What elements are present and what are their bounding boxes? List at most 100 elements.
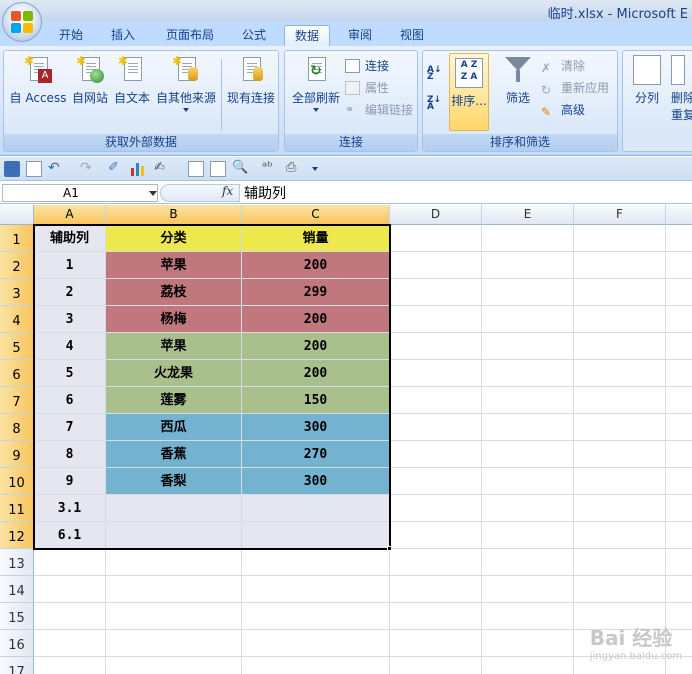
cell[interactable]: 香梨 <box>106 468 242 495</box>
cell[interactable]: 火龙果 <box>106 360 242 387</box>
cell[interactable] <box>574 468 666 495</box>
cell[interactable] <box>390 360 482 387</box>
reapply-button[interactable]: ↻ 重新应用 <box>541 79 609 97</box>
row-header[interactable]: 16 <box>0 630 34 657</box>
sort-ascending-button[interactable]: A↓ Z <box>427 65 445 83</box>
cell[interactable]: 300 <box>242 414 390 441</box>
from-text-button[interactable]: ✱ 自文本 <box>110 55 154 106</box>
customize-toolbar-icon[interactable] <box>312 167 318 171</box>
cell[interactable]: 9 <box>34 468 106 495</box>
sort-button[interactable]: A ZZ A 排序... <box>449 53 489 131</box>
cell[interactable] <box>574 522 666 549</box>
new-file-icon[interactable] <box>26 161 42 177</box>
cell[interactable]: 销量 <box>242 225 390 252</box>
cell[interactable] <box>390 495 482 522</box>
cell[interactable] <box>482 333 574 360</box>
cell[interactable] <box>574 414 666 441</box>
cell[interactable] <box>666 495 692 522</box>
cell[interactable] <box>242 630 390 657</box>
column-header-e[interactable]: E <box>482 205 574 225</box>
tab-review[interactable]: 审阅 <box>338 25 382 46</box>
existing-connections-button[interactable]: 现有连接 <box>224 55 278 106</box>
cell[interactable] <box>390 387 482 414</box>
cell[interactable] <box>34 630 106 657</box>
cell[interactable] <box>574 549 666 576</box>
tab-formulas[interactable]: 公式 <box>232 25 276 46</box>
cell[interactable] <box>482 522 574 549</box>
cell[interactable] <box>106 495 242 522</box>
cell[interactable]: 7 <box>34 414 106 441</box>
cell[interactable] <box>666 387 692 414</box>
cell[interactable]: 莲雾 <box>106 387 242 414</box>
cell[interactable] <box>574 306 666 333</box>
advanced-filter-button[interactable]: ✎ 高级 <box>541 101 585 119</box>
cell[interactable] <box>390 252 482 279</box>
cell[interactable] <box>666 306 692 333</box>
cell[interactable] <box>574 576 666 603</box>
remove-duplicates-button[interactable]: 删除 重复 <box>671 55 692 123</box>
cell[interactable] <box>666 549 692 576</box>
row-header[interactable]: 9 <box>0 441 34 468</box>
from-other-sources-button[interactable]: ✱ 自其他来源 <box>152 55 220 112</box>
cell[interactable] <box>34 657 106 674</box>
cell[interactable] <box>34 576 106 603</box>
clear-filter-button[interactable]: ✗ 清除 <box>541 57 585 75</box>
insert-function-icon[interactable]: fx <box>222 184 233 198</box>
cell[interactable] <box>390 630 482 657</box>
column-header-a[interactable]: A <box>34 205 106 225</box>
cell[interactable] <box>242 522 390 549</box>
cell[interactable] <box>482 387 574 414</box>
cell[interactable] <box>482 252 574 279</box>
cell[interactable] <box>574 360 666 387</box>
row-header[interactable]: 12 <box>0 522 34 549</box>
cell[interactable] <box>482 279 574 306</box>
cell[interactable]: 150 <box>242 387 390 414</box>
cell[interactable]: 荔枝 <box>106 279 242 306</box>
cell[interactable] <box>574 225 666 252</box>
cell[interactable]: 270 <box>242 441 390 468</box>
row-header[interactable]: 14 <box>0 576 34 603</box>
cell[interactable]: 苹果 <box>106 252 242 279</box>
cell[interactable] <box>390 414 482 441</box>
form-icon[interactable] <box>188 161 204 177</box>
cell[interactable] <box>390 333 482 360</box>
filter-button[interactable]: 筛选 <box>497 55 539 106</box>
cell[interactable] <box>390 468 482 495</box>
cell[interactable] <box>666 333 692 360</box>
tab-insert[interactable]: 插入 <box>102 25 144 46</box>
formula-input[interactable]: 辅助列 <box>244 183 286 203</box>
row-header[interactable]: 5 <box>0 333 34 360</box>
table-icon[interactable] <box>210 161 226 177</box>
column-header-b[interactable]: B <box>106 205 242 225</box>
chart-icon[interactable] <box>130 161 146 177</box>
cell[interactable] <box>390 225 482 252</box>
cell[interactable] <box>390 549 482 576</box>
cell[interactable] <box>482 495 574 522</box>
cell[interactable] <box>666 576 692 603</box>
cell[interactable] <box>242 495 390 522</box>
cell[interactable] <box>106 522 242 549</box>
cell[interactable] <box>482 468 574 495</box>
cell[interactable] <box>482 306 574 333</box>
office-button[interactable] <box>2 2 42 42</box>
cell[interactable] <box>666 414 692 441</box>
cell[interactable]: 3.1 <box>34 495 106 522</box>
row-header[interactable]: 6 <box>0 360 34 387</box>
chevron-down-icon[interactable] <box>149 191 157 196</box>
print-preview-icon[interactable]: ⎙ <box>286 161 302 177</box>
sort-descending-button[interactable]: Z↓ A <box>427 95 445 113</box>
connections-button[interactable]: 连接 <box>345 57 389 75</box>
cell[interactable] <box>666 225 692 252</box>
cell[interactable] <box>106 630 242 657</box>
cell[interactable] <box>390 603 482 630</box>
cell[interactable] <box>106 603 242 630</box>
cell[interactable]: 2 <box>34 279 106 306</box>
tab-data[interactable]: 数据 <box>284 25 330 46</box>
cell[interactable] <box>34 603 106 630</box>
cell[interactable] <box>106 576 242 603</box>
format-painter-icon[interactable]: ✐ <box>108 161 124 177</box>
zoom-icon[interactable]: 🔍 <box>232 161 248 177</box>
cell[interactable] <box>666 279 692 306</box>
row-header[interactable]: 3 <box>0 279 34 306</box>
cell[interactable] <box>34 549 106 576</box>
